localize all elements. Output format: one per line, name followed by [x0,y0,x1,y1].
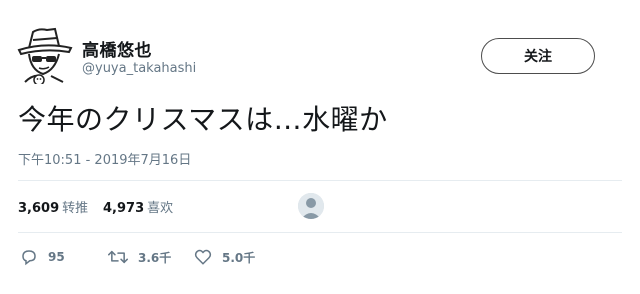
reply-button[interactable]: 95 [20,248,65,266]
user-handle[interactable]: @yuya_takahashi [82,61,196,76]
retweet-stat-label: 转推 [62,201,89,216]
retweet-count: 3,609 [18,201,60,216]
display-name[interactable]: 高橋悠也 [82,36,152,61]
profile-avatar[interactable] [15,26,75,86]
follow-button[interactable]: 关注 [481,38,595,74]
like-button[interactable]: 5.0千 [194,248,255,266]
tweet-text: 今年のクリスマスは…水曜か [18,103,388,136]
like-count: 4,973 [103,201,145,216]
divider [18,232,622,233]
heart-icon [194,249,212,265]
reply-count: 95 [48,250,65,264]
like-stat[interactable]: 4,973 喜欢 [103,197,173,216]
like-stat-label: 喜欢 [147,201,174,216]
like-action-count: 5.0千 [222,250,256,265]
reply-icon [22,250,36,266]
tweet-timestamp[interactable]: 下午10:51 - 2019年7月16日 [18,149,191,168]
retweet-button[interactable]: 3.6千 [108,248,171,266]
tweet-card: 高橋悠也 @yuya_takahashi 关注 今年のクリスマスは…水曜か 下午… [0,0,640,294]
retweet-stat[interactable]: 3,609 转推 [18,197,88,216]
liker-avatar[interactable] [298,193,324,219]
divider [18,180,622,181]
retweet-action-count: 3.6千 [138,250,172,265]
retweet-icon [108,250,128,264]
